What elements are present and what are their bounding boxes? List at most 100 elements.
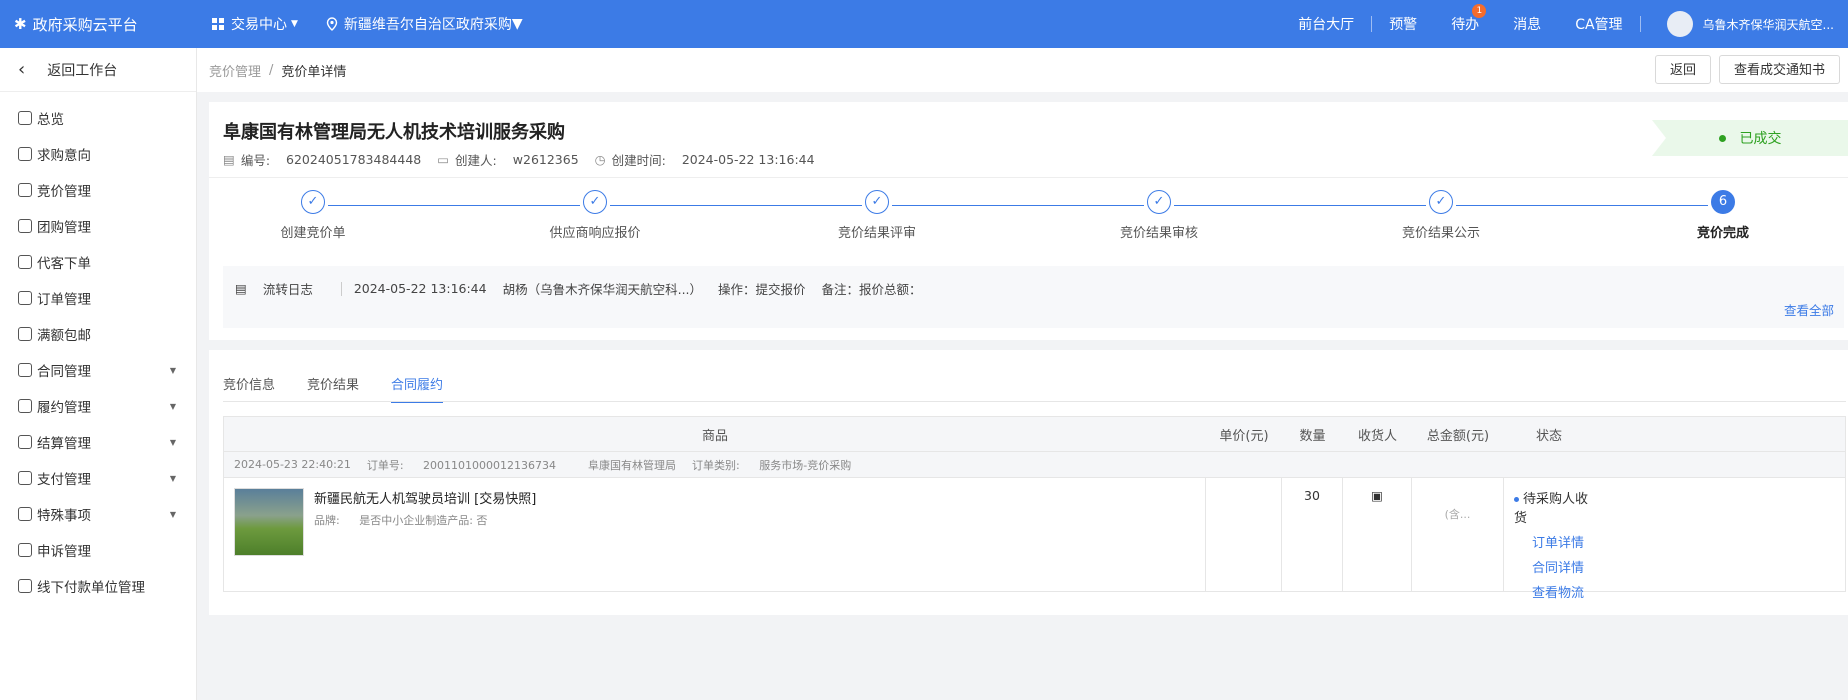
sidebar-item-label: 代客下单 [37, 256, 91, 272]
sidebar-item-label: 满额包邮 [37, 328, 91, 344]
sidebar-item[interactable]: 订单管理 [0, 280, 196, 316]
tab-bid-info[interactable]: 竞价信息 [223, 374, 275, 403]
creator-value: w2612365 [512, 152, 579, 167]
detail-meta: ▤ 编号: 62024051783484448 ▭ 创建人: w2612365 … [223, 150, 831, 169]
sidebar-item[interactable]: 履约管理 ▼ [0, 388, 196, 424]
back-to-workbench[interactable]: ‹ 返回工作台 [0, 48, 196, 92]
sidebar-item[interactable]: 求购意向 [0, 136, 196, 172]
step: 6 竞价完成 [1643, 190, 1803, 241]
menu-item-icon [18, 507, 32, 521]
contract-detail-link[interactable]: 合同详情 [1532, 557, 1594, 576]
nav-front-hall[interactable]: 前台大厅 [1281, 14, 1371, 34]
user-name: 乌鲁木齐保华润天航空... [1702, 17, 1834, 32]
location-icon [326, 17, 338, 31]
step-label: 竞价完成 [1696, 226, 1749, 241]
log-icon: ▤ [235, 281, 247, 296]
user-menu[interactable]: 乌鲁木齐保华润天航空... [1641, 11, 1848, 37]
logistics-link[interactable]: 查看物流 [1532, 582, 1594, 601]
menu-item-icon [18, 111, 32, 125]
unit-price-cell [1206, 478, 1282, 591]
product-name[interactable]: 新疆民航无人机驾驶员培训 [交易快照] [314, 488, 536, 507]
view-all-link[interactable]: 查看全部 [1784, 300, 1834, 319]
menu-item-icon [18, 327, 32, 341]
col-unit-price: 单价(元) [1219, 428, 1269, 444]
order-type-value: 服务市场-竞价采购 [759, 458, 852, 472]
sidebar-item[interactable]: 结算管理 ▼ [0, 424, 196, 460]
logo-icon: ✱ [14, 15, 27, 33]
breadcrumb-separator: / [269, 62, 274, 78]
breadcrumb-parent[interactable]: 竞价管理 [209, 61, 261, 80]
menu-item-icon [18, 471, 32, 485]
menu-item-icon [18, 183, 32, 197]
order-no-value: 2001101000012136734 [423, 458, 557, 472]
breadcrumb: 竞价管理 / 竞价单详情 返回 查看成交通知书 [197, 48, 1848, 92]
order-detail-link[interactable]: 订单详情 [1532, 532, 1594, 551]
table-header: 商品 单价(元) 数量 收货人 总金额(元) 状态 [224, 417, 1845, 451]
sidebar-item[interactable]: 团购管理 [0, 208, 196, 244]
sidebar-item[interactable]: 支付管理 ▼ [0, 460, 196, 496]
sidebar: ‹ 返回工作台 总览求购意向 竞价管理 团购管理代客下单订单管理满额包邮合同管理 ▼ 履… [0, 48, 197, 700]
step-marker: 6 [1711, 190, 1735, 214]
flow-log: ▤ 流转日志 2024-05-22 13:16:44 胡杨（乌鲁木齐保华润天航空… [223, 266, 1844, 328]
flow-operation: 操作：提交报价 [718, 282, 806, 297]
step-marker: ✓ [1429, 190, 1453, 214]
sidebar-item[interactable]: 特殊事项 ▼ [0, 496, 196, 532]
menu-item-icon [18, 579, 32, 593]
order-summary-row: 2024-05-23 22:40:21 订单号: 200110100001213… [224, 451, 1845, 477]
sidebar-item[interactable]: 申诉管理 [0, 532, 196, 568]
step-label: 竞价结果公示 [1401, 226, 1480, 241]
status-dot [1514, 497, 1519, 502]
menu-item-icon [18, 219, 32, 233]
menu-item-icon [18, 255, 32, 269]
sidebar-item[interactable]: 满额包邮 [0, 316, 196, 352]
flow-operator: 胡杨（乌鲁木齐保华润天航空科...） [502, 282, 703, 297]
nav-todo-label: 待办 [1451, 17, 1480, 33]
sidebar-item[interactable]: 代客下单 [0, 244, 196, 280]
product-cell: 新疆民航无人机驾驶员培训 [交易快照] 品牌: 是否中小企业制造产品: 否 [224, 478, 1206, 591]
step-connector [610, 205, 862, 206]
chevron-down-icon: ▼ [169, 365, 176, 375]
nav-warning[interactable]: 预警 [1372, 14, 1434, 34]
sidebar-item[interactable]: 线下付款单位管理 [0, 568, 196, 604]
divider [223, 401, 1846, 402]
step-connector [1174, 205, 1426, 206]
progress-steps: ✓ 创建竞价单 ✓ 供应商响应报价 ✓ 竞价结果评审 ✓ 竞价结果审核 ✓ 竞价结果公示 6 竞价完成 [209, 190, 1848, 250]
step: ✓ 竞价结果审核 [1079, 190, 1239, 241]
product-thumbnail[interactable] [234, 488, 304, 556]
detail-card: 阜康国有林管理局无人机技术培训服务采购 ▤ 编号: 62024051783484… [209, 102, 1848, 340]
nav-messages[interactable]: 消息 [1496, 14, 1558, 34]
sidebar-item[interactable]: 总览 [0, 100, 196, 136]
total-note: (含... [1444, 508, 1471, 521]
top-bar: ✱ 政府采购云平台 交易中心 ▼ 新疆维吾尔自治区政府采购 ▼ 前台大厅 预警 … [0, 0, 1848, 48]
sidebar-item-label: 总览 [37, 112, 64, 128]
sidebar-item-label: 线下付款单位管理 [37, 580, 145, 596]
todo-badge: 1 [1472, 4, 1487, 18]
creator-label: 创建人: [455, 153, 497, 168]
step-marker: ✓ [301, 190, 325, 214]
sidebar-item[interactable]: 竞价管理 [0, 172, 196, 208]
tab-bid-result[interactable]: 竞价结果 [307, 374, 359, 403]
col-qty: 数量 [1299, 428, 1326, 444]
trade-center-menu[interactable]: 交易中心 ▼ [212, 14, 298, 34]
menu-item-icon [18, 363, 32, 377]
step: ✓ 竞价结果评审 [797, 190, 957, 241]
nav-todo[interactable]: 待办 1 [1434, 4, 1496, 34]
menu-item-icon [18, 147, 32, 161]
sidebar-item[interactable]: 合同管理 ▼ [0, 352, 196, 388]
step-marker: ✓ [865, 190, 889, 214]
caret-down-icon: ▼ [511, 16, 523, 32]
region-selector[interactable]: 新疆维吾尔自治区政府采购 ▼ [326, 14, 523, 34]
chevron-left-icon: ‹ [18, 59, 26, 80]
receiver-icon: ▣ [1371, 488, 1383, 503]
sidebar-item-label: 特殊事项 [37, 508, 91, 524]
chevron-down-icon: ▼ [169, 401, 176, 411]
qty-value: 30 [1304, 488, 1320, 503]
order-status: 待采购人收货 订单详情 合同详情 查看物流 [1514, 488, 1594, 601]
app-logo[interactable]: ✱ 政府采购云平台 [0, 14, 197, 35]
tab-contract[interactable]: 合同履约 [391, 374, 444, 403]
step-marker: ✓ [583, 190, 607, 214]
caret-down-icon: ▼ [291, 19, 298, 29]
view-notice-button[interactable]: 查看成交通知书 [1718, 55, 1840, 84]
back-button[interactable]: 返回 [1654, 55, 1711, 84]
nav-ca[interactable]: CA管理 [1558, 14, 1639, 34]
